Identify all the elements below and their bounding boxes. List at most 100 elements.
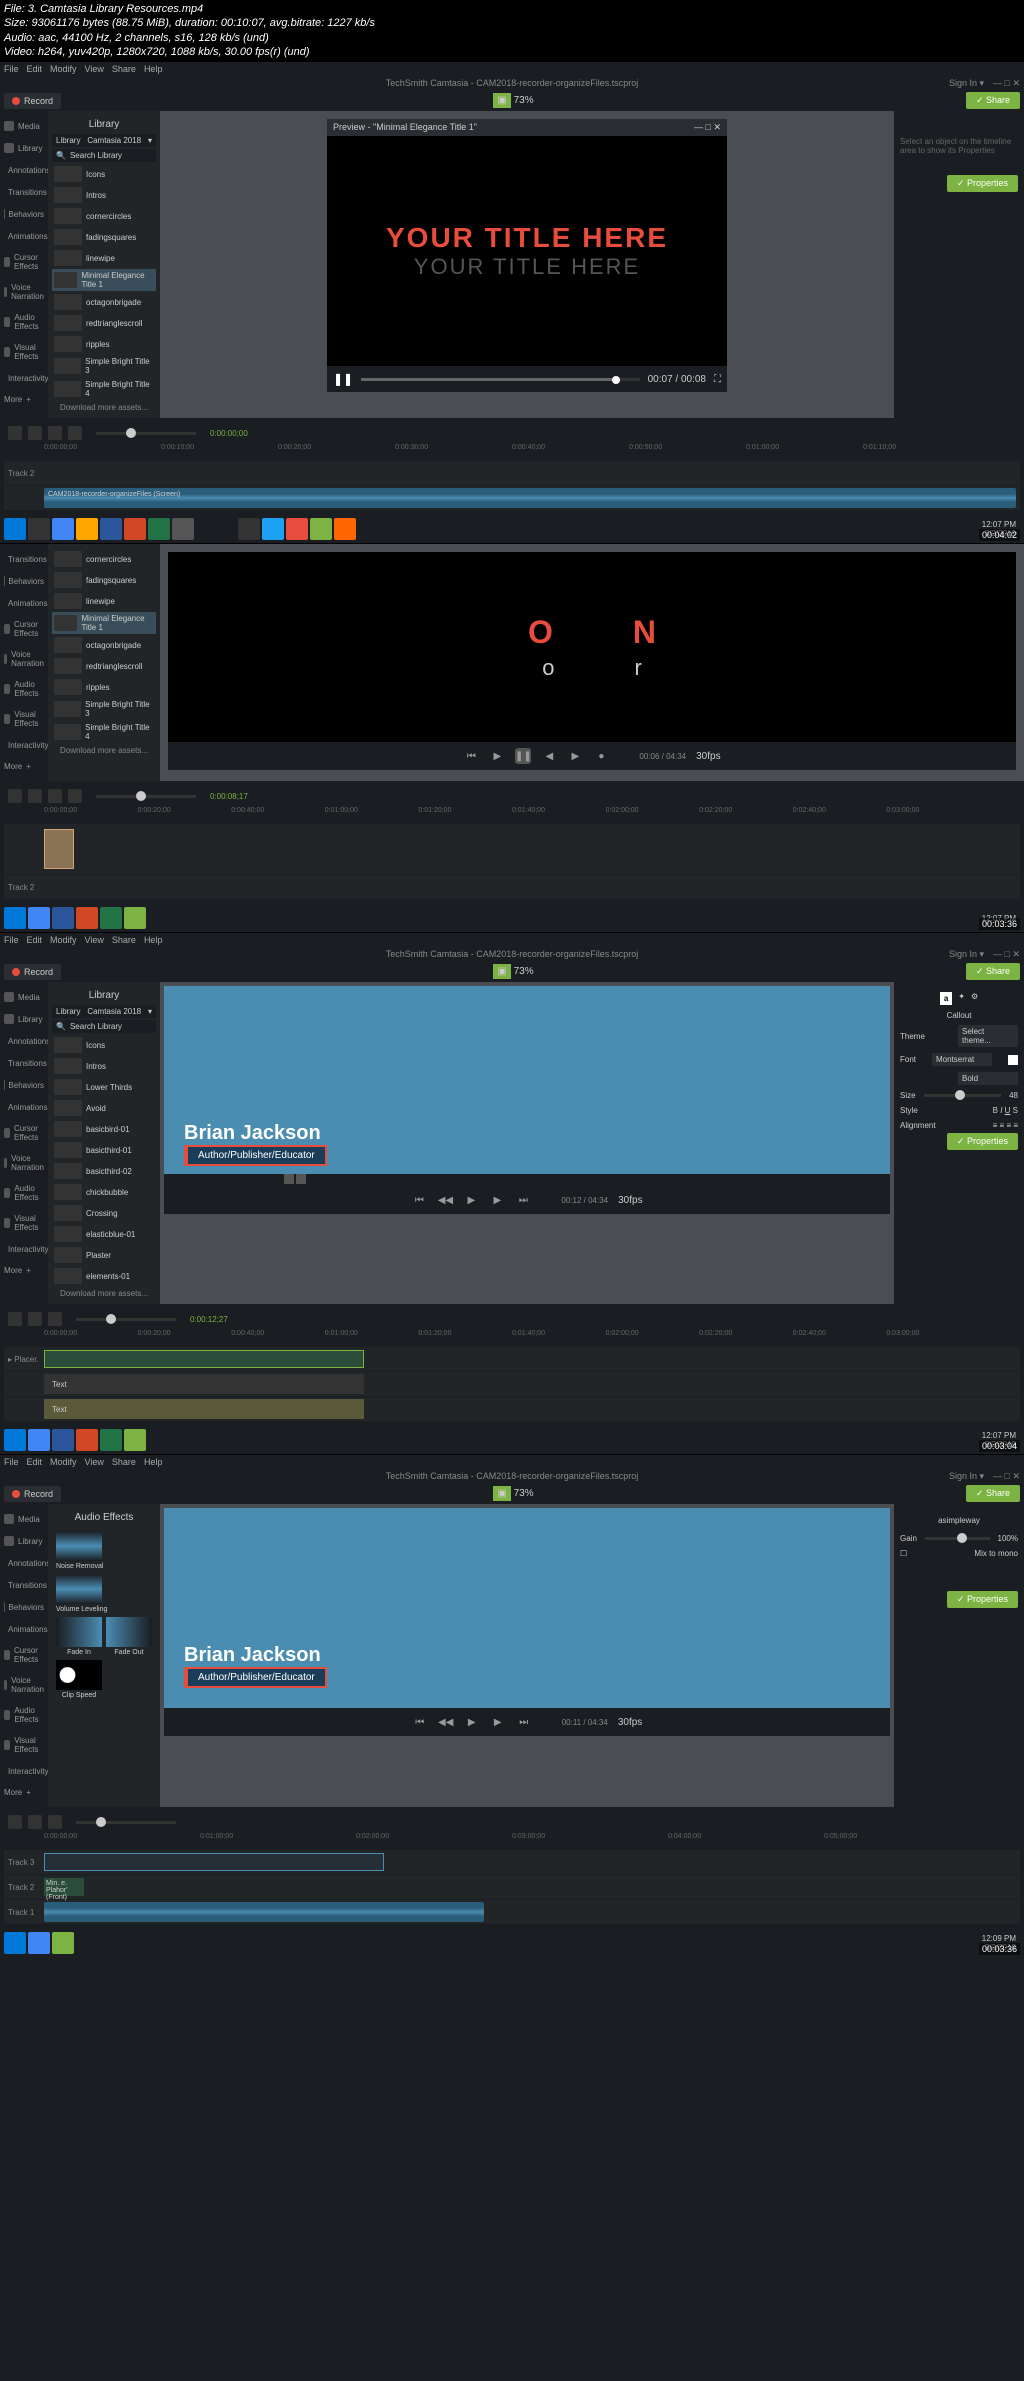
canvas-preview[interactable]: Brian Jackson Author/Publisher/Educator (164, 1508, 890, 1708)
menu-help[interactable]: Help (144, 935, 163, 945)
zoom-level[interactable]: 73% (514, 95, 534, 106)
menu-view[interactable]: View (85, 1457, 104, 1467)
menu-edit[interactable]: Edit (27, 64, 43, 74)
menu-file[interactable]: File (4, 1457, 19, 1467)
taskbar-app[interactable] (262, 518, 284, 540)
track-1[interactable]: Track 1 (4, 1900, 1020, 1924)
library-item[interactable]: Intros (52, 185, 156, 205)
camtasia-icon[interactable] (310, 518, 332, 540)
theme-select[interactable]: Select theme... (958, 1025, 1018, 1047)
play-button[interactable]: ▶ (489, 748, 505, 764)
tab-animations[interactable]: Animations (0, 1096, 48, 1118)
tab-annotations[interactable]: Annotations (0, 1030, 48, 1052)
step-button[interactable]: ▶ (490, 1714, 506, 1730)
tab-media[interactable]: Media (0, 986, 48, 1008)
record-button[interactable]: Record (4, 1486, 61, 1502)
properties-button[interactable]: ✓ Properties (947, 1591, 1018, 1608)
zoom-slider[interactable] (76, 1821, 176, 1824)
tab-annotations[interactable]: Annotations (0, 159, 48, 181)
weight-select[interactable]: Bold (958, 1072, 1018, 1085)
tab-behaviors[interactable]: Behaviors (0, 570, 48, 592)
menu-view[interactable]: View (85, 64, 104, 74)
timeline-ruler[interactable]: 0:00:00;000:00:20;000:00:40;000:01:00;00… (4, 1330, 1020, 1346)
library-item[interactable]: redtrianglescroll (52, 313, 156, 333)
tab-audio-effects[interactable]: Audio Effects (0, 307, 48, 337)
menu-file[interactable]: File (4, 935, 19, 945)
download-more[interactable]: Download more assets... (52, 401, 156, 414)
signin-link[interactable]: Sign In ▾ (949, 78, 984, 89)
library-item[interactable]: cornercircles (52, 206, 156, 226)
word-icon[interactable] (52, 1429, 74, 1451)
menu-edit[interactable]: Edit (27, 1457, 43, 1467)
library-item[interactable]: linewipe (52, 591, 156, 611)
library-item[interactable]: basicthird-02 (52, 1161, 156, 1181)
camtasia-icon[interactable] (124, 907, 146, 929)
tab-library[interactable]: Library (0, 1008, 48, 1030)
zoom-slider[interactable] (96, 432, 196, 435)
canvas-tool-icon[interactable]: ▣ (493, 93, 510, 108)
excel-icon[interactable] (100, 1429, 122, 1451)
powerpoint-icon[interactable] (76, 907, 98, 929)
lower-third[interactable]: Brian Jackson Author/Publisher/Educator (184, 1122, 327, 1166)
start-icon[interactable] (4, 907, 26, 929)
window-buttons[interactable]: — □ ✕ (993, 78, 1020, 89)
fx-clip-speed[interactable]: Clip Speed (56, 1660, 102, 1699)
library-search[interactable]: 🔍 Search Library (52, 1020, 156, 1033)
record-button[interactable]: Record (4, 964, 61, 980)
taskbar-app[interactable] (334, 518, 356, 540)
library-item[interactable]: Plaster (52, 1245, 156, 1265)
track-2[interactable]: Track 2Min. e. Plahor' (Front) (4, 1875, 1020, 1899)
library-item[interactable]: basicbird-01 (52, 1119, 156, 1139)
tab-media[interactable]: Media (0, 115, 48, 137)
preview-progress[interactable] (361, 378, 640, 381)
tl-tool[interactable] (68, 789, 82, 803)
library-item[interactable]: Simple Bright Title 3 (52, 698, 156, 720)
tab-voice-narration[interactable]: Voice Narration (0, 1670, 48, 1700)
preview-close[interactable]: — □ ✕ (694, 122, 721, 133)
library-item[interactable]: Avoid (52, 1098, 156, 1118)
library-item[interactable]: Minimal Elegance Title 1 (52, 269, 156, 291)
properties-button[interactable]: ✓ Properties (947, 1133, 1018, 1150)
tab-library[interactable]: Library (0, 137, 48, 159)
menu-share[interactable]: Share (112, 935, 136, 945)
tl-tool[interactable] (8, 789, 22, 803)
library-item[interactable]: ripples (52, 334, 156, 354)
tab-visual-effects[interactable]: Visual Effects (0, 1208, 48, 1238)
prev-button[interactable]: ⏮ (412, 1714, 428, 1730)
play-button[interactable]: ▶ (463, 1192, 479, 1208)
tl-tool[interactable] (48, 1312, 62, 1326)
tab-audio-effects[interactable]: Audio Effects (0, 1178, 48, 1208)
tl-paste-icon[interactable] (48, 426, 62, 440)
tab-behaviors[interactable]: Behaviors (0, 1074, 48, 1096)
tab-visual-effects[interactable]: Visual Effects (0, 704, 48, 734)
library-item[interactable]: Simple Bright Title 4 (52, 378, 156, 400)
prev-button[interactable]: ⏮ (463, 748, 479, 764)
tab-animations[interactable]: Animations (0, 592, 48, 614)
rewind-button[interactable]: ◀◀ (438, 1714, 454, 1730)
step-back-button[interactable]: ◀ (541, 748, 557, 764)
timeline-ruler[interactable]: 0:00:00;000:01:00;000:02:00;000:03:00;00… (4, 1833, 1020, 1849)
menu-share[interactable]: Share (112, 1457, 136, 1467)
tab-animations[interactable]: Animations (0, 225, 48, 247)
library-item[interactable]: redtrianglescroll (52, 656, 156, 676)
library-item[interactable]: elements-01 (52, 1266, 156, 1286)
track-2[interactable]: Track 2 (4, 461, 1020, 485)
start-icon[interactable] (4, 1932, 26, 1954)
tab-media[interactable]: Media (0, 1508, 48, 1530)
next-button[interactable]: ⏭ (515, 1192, 531, 1208)
library-item[interactable]: Simple Bright Title 4 (52, 721, 156, 743)
tab-visual-effects[interactable]: Visual Effects (0, 337, 48, 367)
tab-more[interactable]: More + (0, 756, 48, 777)
word-icon[interactable] (100, 518, 122, 540)
tab-audio-effects[interactable]: Audio Effects (0, 674, 48, 704)
step-button[interactable]: ▶ (489, 1192, 505, 1208)
fx-fade-out[interactable]: Fade Out (106, 1617, 152, 1656)
tab-voice-narration[interactable]: Voice Narration (0, 1148, 48, 1178)
tab-annotations[interactable]: Annotations (0, 1552, 48, 1574)
excel-icon[interactable] (148, 518, 170, 540)
timeline-ruler[interactable]: 0:00:00;000:00:10;000:00:20;000:00:30;00… (4, 444, 1020, 460)
gain-slider[interactable] (925, 1537, 990, 1540)
tab-cursor-effects[interactable]: Cursor Effects (0, 1118, 48, 1148)
menu-modify[interactable]: Modify (50, 1457, 77, 1467)
tab-transitions[interactable]: Transitions (0, 1574, 48, 1596)
